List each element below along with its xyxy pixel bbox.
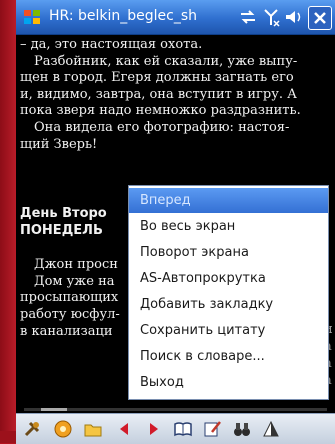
close-icon bbox=[314, 12, 326, 24]
folder-icon[interactable] bbox=[83, 419, 103, 439]
text-line: Она видела его фотографию: настоя- bbox=[34, 119, 290, 135]
tools-icon[interactable] bbox=[22, 419, 42, 439]
bottom-toolbar bbox=[16, 413, 335, 444]
menu-item-rotate-screen[interactable]: Поворот экрана bbox=[129, 240, 328, 265]
menu-item-add-bookmark[interactable]: Добавить закладку bbox=[129, 292, 328, 317]
menu-item-dictionary-search[interactable]: Поиск в словаре... bbox=[129, 344, 328, 369]
menu-item-save-quote[interactable]: Сохранить цитату bbox=[129, 318, 328, 343]
menu-item-forward[interactable]: Вперед bbox=[129, 188, 328, 213]
scroll-thumb[interactable] bbox=[40, 408, 67, 411]
book-icon[interactable] bbox=[173, 419, 193, 439]
back-arrow-icon[interactable] bbox=[114, 419, 134, 439]
forward-arrow-icon[interactable] bbox=[144, 419, 164, 439]
pocketpc-screen: HR: belkin_beglec_sh – да, это настоящая… bbox=[16, 0, 335, 444]
text-line: щен в город. Егеря должны загнать его bbox=[20, 70, 294, 86]
context-menu: Вперед Во весь экран Поворот экрана AS-А… bbox=[128, 185, 329, 400]
menu-item-autoscroll[interactable]: AS-Автопрокрутка bbox=[129, 266, 328, 291]
contrast-icon[interactable] bbox=[261, 419, 281, 439]
text-line: пока зверя надо немножко раздразнить. bbox=[20, 103, 301, 119]
binoculars-icon[interactable] bbox=[232, 419, 252, 439]
edit-icon[interactable] bbox=[203, 419, 223, 439]
scroll-track bbox=[24, 408, 327, 411]
text-line: – да, это настоящая охота. bbox=[20, 37, 203, 52]
title-bar: HR: belkin_beglec_sh bbox=[16, 0, 335, 35]
antenna-icon[interactable] bbox=[261, 7, 281, 27]
reading-progress-scrollbar[interactable] bbox=[16, 405, 335, 413]
app-title: HR: belkin_beglec_sh bbox=[49, 8, 198, 24]
speaker-icon[interactable] bbox=[283, 7, 303, 27]
start-flag-icon[interactable] bbox=[22, 7, 42, 27]
menu-item-exit[interactable]: Выход bbox=[129, 370, 328, 395]
connectivity-icon[interactable] bbox=[238, 7, 258, 27]
close-button[interactable] bbox=[308, 6, 332, 30]
text-line: Разбойник, как ей сказали, уже выпу- bbox=[34, 53, 298, 69]
disc-icon[interactable] bbox=[53, 419, 73, 439]
text-line: и, видимо, завтра, она вступит в игру. А bbox=[20, 86, 297, 102]
text-line: щий Зверь! bbox=[20, 136, 98, 152]
menu-item-fullscreen[interactable]: Во весь экран bbox=[129, 214, 328, 239]
